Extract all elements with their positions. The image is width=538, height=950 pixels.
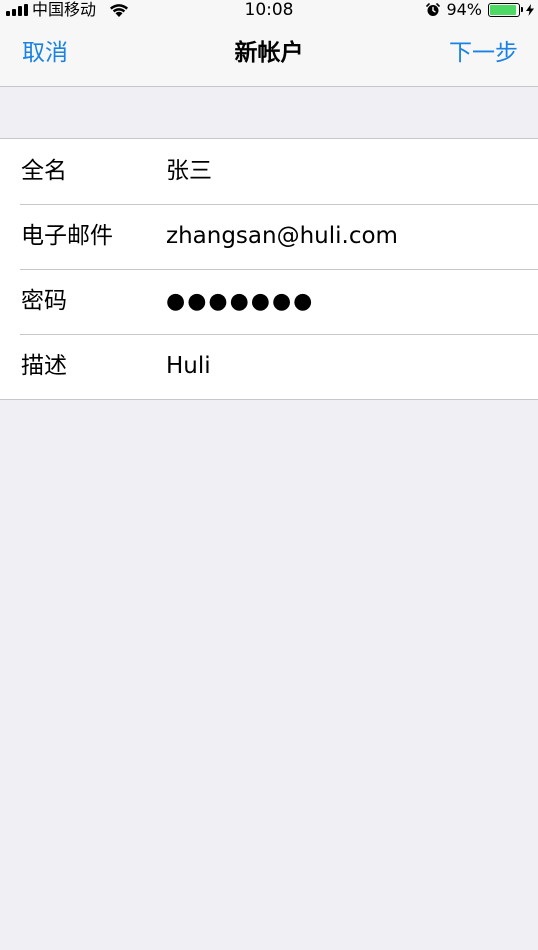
- form-row-description[interactable]: 描述 Huli: [0, 334, 538, 399]
- full-name-label: 全名: [21, 158, 67, 184]
- battery-fill: [490, 5, 517, 15]
- email-field[interactable]: zhangsan@huli.com: [166, 204, 528, 269]
- next-button[interactable]: 下一步: [449, 20, 518, 86]
- description-field[interactable]: Huli: [166, 334, 528, 399]
- password-label: 密码: [21, 288, 67, 314]
- account-form: 全名 张三 电子邮件 zhangsan@huli.com 密码 ●●●●●●● …: [0, 138, 538, 400]
- status-bar: 中国移动 10:08 94%: [0, 0, 538, 20]
- alarm-icon: [426, 3, 441, 16]
- form-row-password[interactable]: 密码 ●●●●●●●: [0, 269, 538, 334]
- description-label: 描述: [21, 353, 67, 379]
- status-right: 94%: [426, 0, 534, 20]
- form-row-email[interactable]: 电子邮件 zhangsan@huli.com: [0, 204, 538, 269]
- form-row-full-name[interactable]: 全名 张三: [0, 139, 538, 204]
- battery-percent: 94%: [446, 0, 482, 19]
- navigation-bar: 取消 新帐户 下一步: [0, 20, 538, 87]
- full-name-field[interactable]: 张三: [166, 139, 528, 204]
- password-field[interactable]: ●●●●●●●: [166, 269, 528, 334]
- battery-icon: [488, 3, 523, 17]
- email-label: 电子邮件: [21, 223, 113, 249]
- charging-bolt-icon: [526, 4, 534, 16]
